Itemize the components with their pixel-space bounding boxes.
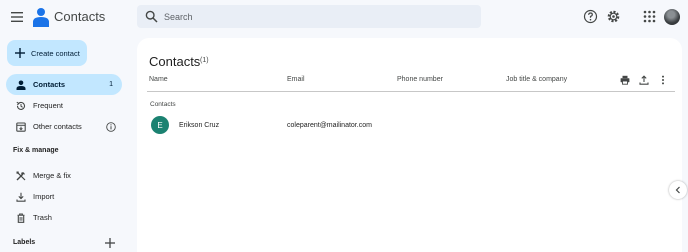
fix-manage-heading: Fix & manage: [13, 147, 59, 154]
plus-icon: [15, 48, 25, 58]
settings-gear-icon[interactable]: [606, 9, 621, 24]
contact-email: coleparent@mailinator.com: [287, 122, 372, 129]
sidebar-item-label: Other contacts: [33, 122, 82, 131]
contact-name: Erikson Cruz: [179, 122, 220, 129]
history-icon: [16, 101, 25, 110]
sidebar-item-label: Merge & fix: [33, 171, 71, 180]
sidebar-item-import[interactable]: Import: [6, 186, 122, 207]
sidebar-item-merge-fix[interactable]: Merge & fix: [6, 165, 122, 186]
search-input[interactable]: [164, 5, 464, 28]
sidebar-item-label: Contacts: [33, 80, 66, 89]
download-icon: [16, 192, 26, 202]
page-title-count: (1): [200, 57, 209, 64]
contacts-count-badge: 1: [109, 81, 113, 88]
tools-icon: [16, 171, 26, 180]
help-icon[interactable]: [583, 9, 598, 24]
contacts-list-panel: Contacts (1) Name Email Phone number Job…: [137, 38, 682, 252]
search-bar[interactable]: [137, 5, 481, 28]
sidebar-item-trash[interactable]: Trash: [6, 207, 122, 228]
header-divider: [147, 91, 675, 92]
info-icon[interactable]: [106, 121, 116, 132]
column-header-job: Job title & company: [506, 76, 568, 83]
column-header-email: Email: [287, 76, 305, 83]
create-contact-button[interactable]: Create contact: [7, 40, 87, 66]
chevron-left-icon: [675, 186, 680, 194]
contact-avatar: E: [151, 116, 169, 134]
sidebar-item-label: Import: [33, 192, 55, 201]
top-bar: Contacts: [0, 0, 688, 34]
more-options-icon[interactable]: [658, 75, 668, 85]
page-title: Contacts: [149, 54, 201, 69]
person-icon: [16, 80, 26, 90]
table-row[interactable]: E Erikson Cruz coleparent@mailinator.com: [137, 116, 682, 136]
sidebar-item-other-contacts[interactable]: Other contacts: [6, 116, 122, 137]
archive-download-icon: [16, 121, 26, 132]
apps-grid-icon[interactable]: [642, 9, 657, 24]
print-icon[interactable]: [620, 75, 630, 85]
group-label: Contacts: [150, 101, 176, 108]
trash-icon: [17, 213, 25, 223]
sidebar-item-contacts[interactable]: Contacts 1: [6, 74, 122, 95]
contacts-logo-icon[interactable]: [33, 7, 49, 27]
hamburger-menu-icon: [11, 12, 23, 22]
app-title: Contacts: [54, 9, 106, 24]
column-header-name[interactable]: Name: [149, 76, 168, 83]
sidebar-item-label: Frequent: [33, 101, 64, 110]
create-contact-label: Create contact: [31, 48, 80, 58]
export-icon[interactable]: [639, 75, 649, 85]
search-icon[interactable]: [145, 10, 158, 23]
labels-heading: Labels: [13, 239, 36, 246]
column-header-phone: Phone number: [397, 76, 443, 83]
sidebar-item-frequent[interactable]: Frequent: [6, 95, 122, 116]
side-panel-toggle-button[interactable]: [669, 181, 687, 199]
add-label-plus-icon[interactable]: [105, 238, 115, 248]
sidebar-item-label: Trash: [33, 213, 52, 222]
main-menu-button[interactable]: [8, 8, 26, 26]
account-avatar[interactable]: [664, 9, 680, 25]
